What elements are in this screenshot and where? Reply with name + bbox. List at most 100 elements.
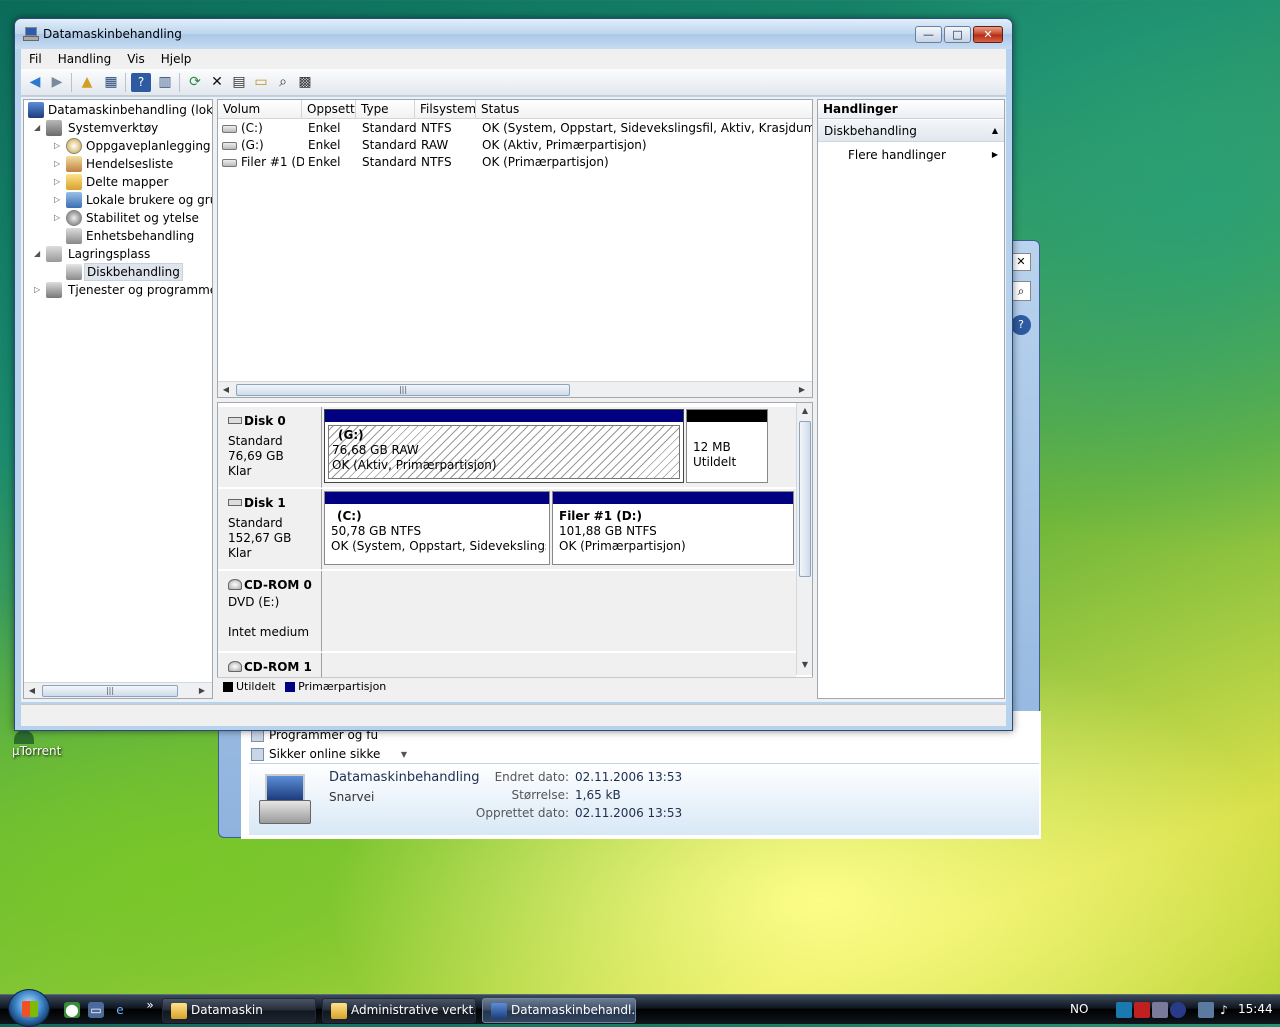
search-icon[interactable]: ⌕ — [273, 73, 293, 92]
toolbar: ◀ ▶ ▲ ▦ ? ▥ ⟳ ✕ ▤ ▭ ⌕ ▩ — [21, 69, 1006, 96]
properties-icon[interactable]: ▤ — [229, 73, 249, 92]
volume-list-horizontal-scrollbar[interactable]: ◀ ||| ▶ — [218, 381, 812, 397]
desktop-icon-utorrent[interactable]: µTorrent — [12, 730, 61, 758]
tree-item-label: Oppgaveplanlegging — [86, 139, 211, 153]
shared-folder-icon — [66, 174, 82, 190]
expand-icon[interactable]: ▷ — [54, 191, 63, 209]
partition-d[interactable]: Filer #1 (D:) 101,88 GB NTFS OK (Primærp… — [552, 491, 794, 565]
partition-unallocated[interactable]: 12 MB Utildelt — [686, 409, 768, 483]
action-more-actions[interactable]: Flere handlinger ▶ — [818, 146, 1004, 164]
refresh-icon[interactable]: ⟳ — [185, 73, 205, 92]
cell-oppsett: Enkel — [308, 138, 341, 152]
partition-color-bar — [553, 492, 793, 504]
column-header-volum[interactable]: Volum — [218, 100, 302, 119]
tree-horizontal-scrollbar[interactable]: ◀ ||| ▶ — [24, 682, 212, 698]
quicklaunch-overflow-icon[interactable]: » — [142, 997, 158, 1013]
expand-icon[interactable]: ▷ — [54, 137, 63, 155]
computer-management-icon — [23, 26, 39, 42]
tray-app-icon[interactable] — [1152, 1002, 1168, 1018]
cell-status: OK (System, Oppstart, Sidevekslingsfil, … — [482, 121, 812, 135]
partition-c[interactable]: (C:) 50,78 GB NTFS OK (System, Oppstart,… — [324, 491, 550, 565]
nav-item-security[interactable]: Sikker online sikke ▼ — [249, 745, 409, 764]
scroll-left-icon[interactable]: ◀ — [24, 683, 40, 698]
expand-icon[interactable]: ▷ — [54, 209, 63, 227]
delete-icon[interactable]: ✕ — [207, 73, 227, 92]
collapse-up-icon[interactable]: ▲ — [992, 120, 998, 142]
switch-windows-icon[interactable]: ⬤ — [64, 1002, 80, 1018]
minimize-button[interactable]: — — [915, 26, 942, 43]
expand-icon[interactable]: ▷ — [54, 173, 63, 191]
menu-handling[interactable]: Handling — [50, 49, 120, 69]
tray-media-icon[interactable] — [1170, 1002, 1186, 1018]
settings-icon[interactable]: ▩ — [295, 73, 315, 92]
up-folder-icon[interactable]: ▲ — [77, 73, 97, 92]
scroll-thumb[interactable]: ||| — [42, 685, 178, 697]
expand-icon[interactable]: ▷ — [34, 281, 43, 299]
tray-security-icon[interactable] — [1134, 1002, 1150, 1018]
legend-swatch-primary — [285, 682, 296, 692]
disk-view-vertical-scrollbar[interactable]: ▲ ▼ — [796, 403, 812, 675]
volume-icon[interactable]: ♪ — [1216, 1002, 1232, 1018]
table-row[interactable]: (G:) Enkel Standard RAW OK (Aktiv, Primæ… — [218, 137, 812, 154]
title-bar[interactable]: Datamaskinbehandling — □ ✕ — [15, 19, 1012, 49]
maximize-button[interactable]: □ — [944, 26, 971, 43]
internet-explorer-icon[interactable]: e — [112, 1002, 128, 1018]
cell-filsystem: RAW — [421, 138, 449, 152]
forward-icon[interactable]: ▶ — [47, 73, 67, 92]
scroll-right-icon[interactable]: ▶ — [794, 382, 810, 397]
tray-display-icon[interactable] — [1198, 1002, 1214, 1018]
open-icon[interactable]: ▭ — [251, 73, 271, 92]
expand-icon[interactable]: ▷ — [54, 155, 63, 173]
taskbar-button-datamaskin[interactable]: Datamaskin — [162, 998, 316, 1023]
back-icon[interactable]: ◀ — [25, 73, 45, 92]
column-header-type[interactable]: Type — [356, 100, 415, 119]
disk-1-label[interactable]: Disk 1 Standard 152,67 GB Klar — [218, 489, 322, 570]
language-indicator[interactable]: NO — [1070, 995, 1088, 1025]
taskbar-button-label: Datamaskin — [191, 1003, 263, 1017]
menu-vis[interactable]: Vis — [119, 49, 153, 69]
scroll-thumb[interactable] — [799, 421, 811, 577]
show-hide-actions-icon[interactable]: ▥ — [155, 73, 175, 92]
show-hide-tree-icon[interactable]: ▦ — [101, 73, 121, 92]
cdrom-0-label[interactable]: CD-ROM 0 DVD (E:) Intet medium — [218, 571, 322, 652]
search-icon[interactable]: ⌕ — [1011, 281, 1031, 301]
taskbar-button-administrative[interactable]: Administrative verkt... — [322, 998, 476, 1023]
computer-management-window[interactable]: Datamaskinbehandling — □ ✕ Fil Handling Vi… — [14, 18, 1013, 731]
scroll-down-icon[interactable]: ▼ — [797, 657, 812, 673]
help-icon[interactable]: ? — [1011, 315, 1031, 335]
chevron-down-icon[interactable]: ▼ — [401, 745, 407, 764]
menu-fil[interactable]: Fil — [21, 49, 50, 69]
table-row[interactable]: (C:) Enkel Standard NTFS OK (System, Opp… — [218, 120, 812, 137]
column-header-filsystem[interactable]: Filsystem — [415, 100, 476, 119]
collapse-icon[interactable]: ◢ — [34, 245, 43, 263]
disk-0-label[interactable]: Disk 0 Standard 76,69 GB Klar — [218, 407, 322, 488]
collapse-icon[interactable]: ◢ — [34, 119, 43, 137]
tree-item-label: Diskbehandling — [84, 263, 183, 281]
help-icon[interactable]: ? — [131, 73, 151, 92]
column-header-oppsett[interactable]: Oppsett — [302, 100, 356, 119]
table-row[interactable]: Filer #1 (D:) Enkel Standard NTFS OK (Pr… — [218, 154, 812, 171]
menu-hjelp[interactable]: Hjelp — [153, 49, 200, 69]
background-window-controls: ✕ ⌕ ? — [1011, 249, 1039, 339]
partition-title: (C:) — [337, 509, 362, 523]
column-header-status[interactable]: Status — [476, 100, 812, 119]
tray-network-icon[interactable] — [1116, 1002, 1132, 1018]
scroll-thumb[interactable]: ||| — [236, 384, 570, 396]
taskbar-button-label: Datamaskinbehandl... — [511, 1003, 636, 1017]
scroll-right-icon[interactable]: ▶ — [194, 683, 210, 698]
show-desktop-icon[interactable]: ▭ — [88, 1002, 104, 1018]
start-button[interactable] — [8, 989, 50, 1027]
disk-name: Disk 1 — [244, 496, 286, 510]
close-button[interactable]: ✕ — [973, 26, 1003, 43]
details-created-value: 02.11.2006 13:53 — [575, 806, 683, 820]
scroll-up-icon[interactable]: ▲ — [797, 403, 812, 419]
actions-section-diskbehandling[interactable]: Diskbehandling ▲ — [818, 120, 1004, 142]
close-icon[interactable]: ✕ — [1011, 253, 1031, 271]
scroll-left-icon[interactable]: ◀ — [218, 382, 234, 397]
disk-name: Disk 0 — [244, 414, 286, 428]
disk-state: Intet medium — [228, 625, 310, 639]
cdrom-0-area — [322, 571, 796, 652]
taskbar-button-datamaskinbehandling[interactable]: Datamaskinbehandl... — [482, 998, 636, 1023]
clock[interactable]: 15:44 — [1238, 995, 1273, 1025]
partition-g[interactable]: (G:) 76,68 GB RAW OK (Aktiv, Primærparti… — [324, 409, 684, 483]
